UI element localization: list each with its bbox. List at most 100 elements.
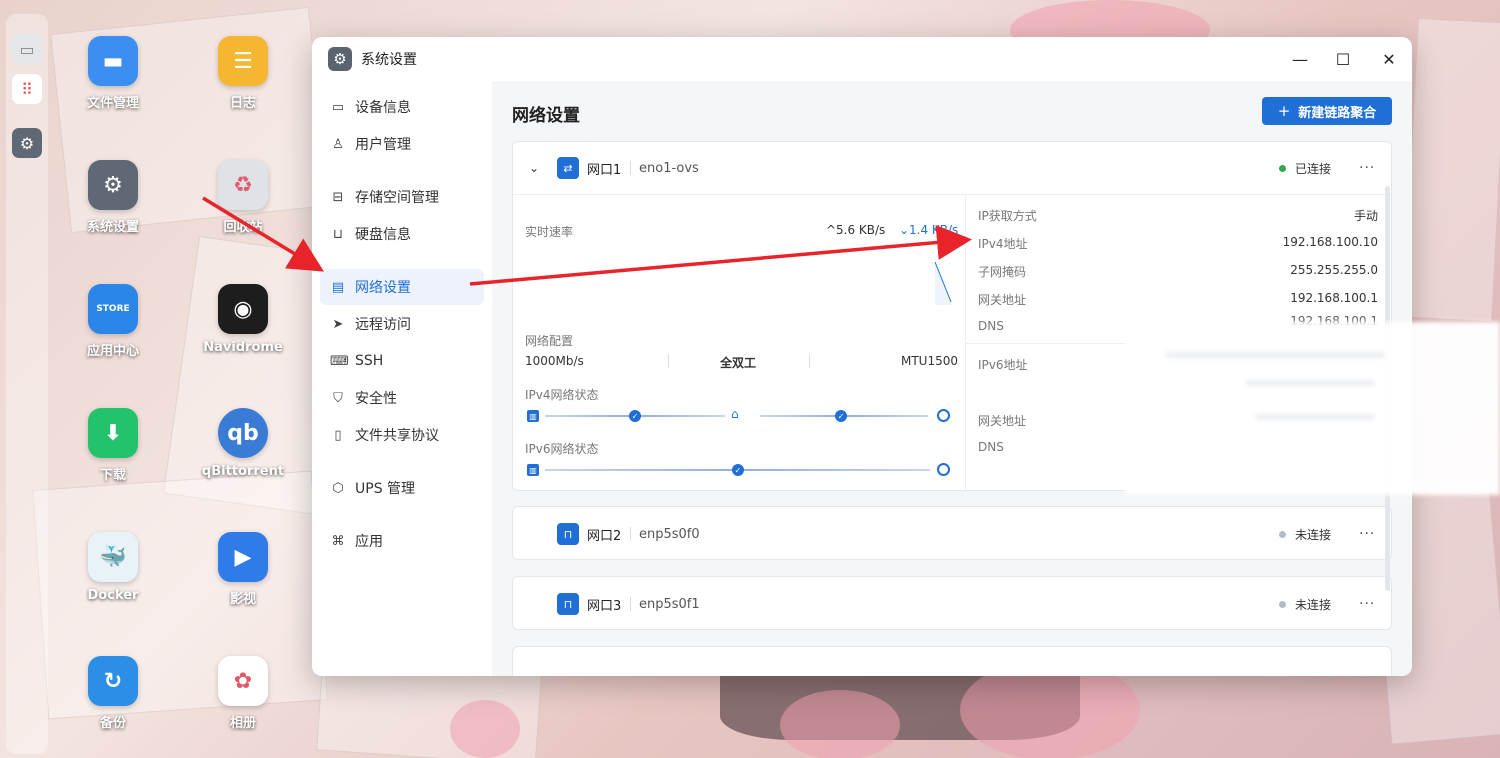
desktop-app-11[interactable]: ✿ 相册: [188, 656, 298, 731]
network-icon: ▤: [331, 279, 345, 295]
status-badge: 未连接: [1295, 527, 1332, 542]
port-icon: ⊓: [557, 523, 579, 545]
folder-icon: ▬: [88, 36, 138, 86]
desktop-app-label: Navidrome: [203, 340, 283, 355]
status-dot: [1279, 530, 1286, 538]
minimize-button[interactable]: —: [1289, 48, 1311, 70]
desktop-app-label: qBittorrent: [201, 464, 285, 479]
check-icon: ✓: [835, 410, 847, 422]
close-button[interactable]: ✕: [1378, 48, 1400, 70]
download-arrow-icon: ⌄: [899, 223, 910, 237]
desktop-app-0[interactable]: ▬ 文件管理: [58, 36, 168, 111]
desktop-app-5[interactable]: ◉ Navidrome: [188, 284, 298, 355]
config-label: 网络配置: [525, 334, 574, 348]
port-card-3[interactable]: ⊓ 网口3 enp5s0f1 未连接 ···: [512, 576, 1392, 630]
port-card-header[interactable]: ⌄ ⇄ 网口1 eno1-ovs 已连接 ···: [513, 142, 1391, 194]
sidebar-item-label: 文件共享协议: [355, 428, 439, 444]
sidebar-item-2[interactable]: ⊟ 存储空间管理: [320, 179, 484, 215]
sidebar-item-5[interactable]: ➤ 远程访问: [320, 306, 484, 342]
ip-method-value: 手动: [1353, 209, 1378, 223]
port-name: 网口2: [587, 528, 622, 544]
dock-settings-icon[interactable]: ⚙: [12, 128, 42, 158]
backup-icon: ↻: [88, 656, 138, 706]
sidebar-item-label: 远程访问: [355, 317, 411, 333]
sidebar-item-label: 设备信息: [355, 100, 411, 116]
page-title: 网络设置: [512, 106, 580, 126]
desktop-app-9[interactable]: ▶ 影视: [188, 532, 298, 607]
window-title: 系统设置: [361, 52, 417, 68]
gateway-label: 网关地址: [978, 293, 1027, 307]
sidebar-item-0[interactable]: ▭ 设备信息: [320, 89, 484, 125]
more-options-icon[interactable]: ···: [1359, 526, 1375, 542]
qbittorrent-icon: qb: [218, 408, 268, 458]
desktop-app-7[interactable]: qb qBittorrent: [188, 408, 298, 479]
device-info-icon: ▭: [331, 99, 345, 115]
check-icon: ✓: [732, 464, 744, 476]
sidebar-item-6[interactable]: ⌨ SSH: [320, 343, 484, 379]
more-options-icon[interactable]: ···: [1359, 596, 1375, 612]
sidebar-item-9[interactable]: ⬡ UPS 管理: [320, 470, 484, 506]
port-stats: 实时速率 ^ 5.6 KB/s ⌄ 1.4 KB/s 网络配置 1000Mb/s…: [513, 195, 965, 491]
desktop-icon[interactable]: ▭: [12, 34, 42, 64]
sidebar-item-label: 安全性: [355, 391, 397, 407]
status-dot: [1279, 164, 1286, 172]
port-card-2[interactable]: ⊓ 网口2 enp5s0f0 未连接 ···: [512, 506, 1392, 560]
sidebar-item-7[interactable]: ⛉ 安全性: [320, 380, 484, 416]
desktop-app-3[interactable]: ♻ 回收站: [188, 160, 298, 235]
port-icon: ⇄: [557, 157, 579, 179]
sidebar-item-label: SSH: [355, 353, 384, 369]
log-icon: ☰: [218, 36, 268, 86]
speed-label: 实时速率: [525, 225, 574, 239]
more-options-icon[interactable]: ···: [1359, 160, 1375, 176]
store-icon: STORE: [88, 284, 138, 334]
upload-arrow-icon: ^: [826, 223, 837, 237]
left-dock: ▭ ⠿ ⚙: [6, 14, 48, 754]
desktop-app-1[interactable]: ☰ 日志: [188, 36, 298, 111]
globe-icon: [937, 463, 950, 476]
check-icon: ✓: [629, 410, 641, 422]
app-launcher-icon[interactable]: ⠿: [12, 74, 42, 104]
desktop-app-label: 相册: [229, 716, 256, 731]
sidebar-item-label: UPS 管理: [355, 481, 416, 497]
ipv4-label: IPv4地址: [978, 237, 1028, 251]
new-link-aggregation-label: 新建链路聚合: [1298, 105, 1377, 121]
new-link-aggregation-button[interactable]: + 新建链路聚合: [1262, 97, 1392, 125]
chevron-down-icon[interactable]: ⌄: [529, 161, 539, 175]
recycle-icon: ♻: [218, 160, 268, 210]
user-icon: ♙: [332, 136, 344, 152]
disk-icon: ⊔: [332, 226, 344, 242]
settings-sidebar: ▭ 设备信息 ♙ 用户管理 ⊟ 存储空间管理 ⊔ 硬盘信息 ▤ 网络设置 ➤ 远程访问 ⌨ SSH ⛉ 安全性…: [312, 81, 492, 676]
desktop-app-label: 系统设置: [86, 220, 139, 235]
ipv4-status-label: IPv4网络状态: [525, 388, 599, 402]
desktop-app-4[interactable]: STORE 应用中心: [58, 284, 168, 359]
gateway6-label: 网关地址: [978, 414, 1027, 428]
sidebar-item-8[interactable]: ▯ 文件共享协议: [320, 417, 484, 453]
speed-sparkline: [934, 261, 952, 305]
sidebar-item-3[interactable]: ⊔ 硬盘信息: [320, 216, 484, 252]
port-device: enp5s0f0: [639, 526, 700, 542]
video-icon: ▶: [218, 532, 268, 582]
ipv6-label: IPv6地址: [978, 358, 1028, 372]
upload-speed: 5.6 KB/s: [836, 223, 886, 237]
download-speed: 1.4 KB/s: [909, 223, 959, 237]
ip-method-label: IP获取方式: [978, 209, 1037, 223]
settings-icon: ⚙: [88, 160, 138, 210]
plus-icon: +: [1277, 102, 1291, 120]
port-device: eno1-ovs: [639, 160, 699, 176]
ssh-icon: ⌨: [330, 353, 349, 369]
sidebar-item-label: 存储空间管理: [355, 190, 439, 206]
gateway-value: 192.168.100.1: [1290, 291, 1378, 305]
sidebar-item-4[interactable]: ▤ 网络设置: [320, 269, 484, 305]
router-icon: ⌂: [731, 407, 739, 421]
port-device: enp5s0f1: [639, 596, 700, 612]
desktop-app-8[interactable]: 🐳 Docker: [58, 532, 168, 603]
desktop-app-6[interactable]: ⬇ 下载: [58, 408, 168, 483]
desktop-app-label: 影视: [229, 592, 256, 607]
sidebar-item-1[interactable]: ♙ 用户管理: [320, 126, 484, 162]
desktop-app-2[interactable]: ⚙ 系统设置: [58, 160, 168, 235]
privacy-blur: [1125, 322, 1500, 495]
maximize-button[interactable]: ☐: [1332, 48, 1354, 70]
globe-icon: [937, 409, 950, 422]
desktop-app-10[interactable]: ↻ 备份: [58, 656, 168, 731]
sidebar-item-10[interactable]: ⌘ 应用: [320, 523, 484, 559]
